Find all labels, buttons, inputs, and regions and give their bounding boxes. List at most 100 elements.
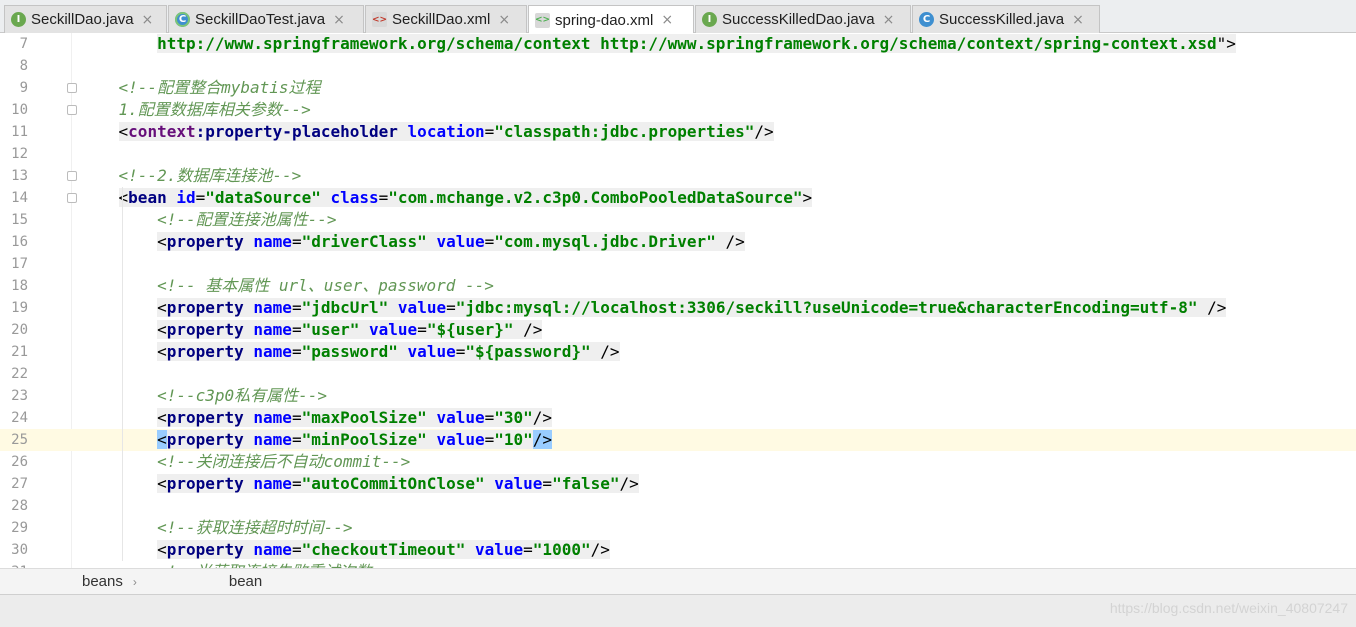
close-icon[interactable]: × — [1072, 12, 1084, 28]
code-line[interactable]: 19 <property name="jdbcUrl" value="jdbc:… — [0, 297, 1356, 319]
fold-marker-icon[interactable] — [67, 171, 77, 181]
code-line[interactable]: 16 <property name="driverClass" value="c… — [0, 231, 1356, 253]
code-text: <property name="minPoolSize" value="10"/… — [157, 430, 553, 449]
code-text: <bean id="dataSource" class="com.mchange… — [118, 188, 813, 207]
code-line[interactable]: 7 http://www.springframework.org/schema/… — [0, 33, 1356, 55]
line-number: 16 — [11, 234, 28, 250]
chevron-right-icon: › — [132, 574, 137, 589]
fold-marker-icon[interactable] — [67, 193, 77, 203]
code-line[interactable]: 11 <context:property-placeholder locatio… — [0, 121, 1356, 143]
line-number: 24 — [11, 410, 28, 426]
line-number: 25 — [11, 432, 28, 448]
code-line[interactable]: 8 — [0, 55, 1356, 77]
line-number: 17 — [11, 256, 28, 272]
interface-icon: I — [702, 12, 717, 27]
code-line[interactable]: 15 <!--配置连接池属性--> — [0, 209, 1356, 231]
line-number: 28 — [11, 498, 28, 514]
code-line[interactable]: 26 <!--关闭连接后不自动commit--> — [0, 451, 1356, 473]
code-line[interactable]: 23 <!--c3p0私有属性--> — [0, 385, 1356, 407]
line-number: 30 — [11, 542, 28, 558]
line-number: 31 — [6, 561, 28, 568]
tab-label: SuccessKilled.java — [939, 11, 1065, 28]
code-line[interactable]: 28 — [0, 495, 1356, 517]
close-icon[interactable]: × — [883, 12, 895, 28]
code-line[interactable]: 29 <!--获取连接超时时间--> — [0, 517, 1356, 539]
code-text: <!-- 基本属性 url、user、password --> — [157, 276, 494, 295]
breadcrumb: beans › bean — [0, 568, 1356, 594]
code-text: <property name="user" value="${user}" /> — [157, 320, 543, 339]
code-text: <!--关闭连接后不自动commit--> — [157, 452, 411, 471]
code-text: <!--2.数据库连接池--> — [118, 166, 302, 185]
status-bar: https://blog.csdn.net/weixin_40807247 — [0, 594, 1356, 627]
line-number: 26 — [11, 454, 28, 470]
code-text: <property name="jdbcUrl" value="jdbc:mys… — [157, 298, 1227, 317]
line-number: 15 — [11, 212, 28, 228]
xml-file-icon: <> — [372, 12, 387, 27]
tab-label: SeckillDao.xml — [392, 11, 491, 28]
code-text: <property name="autoCommitOnClose" value… — [157, 474, 639, 493]
line-number: 20 — [11, 322, 28, 338]
code-text: <!--配置连接池属性--> — [157, 210, 337, 229]
code-line[interactable]: 22 — [0, 363, 1356, 385]
code-text: <!--获取连接超时时间--> — [157, 518, 353, 537]
tab-successkilleddao-java[interactable]: I SuccessKilledDao.java × — [695, 5, 911, 33]
code-text: <!--c3p0私有属性--> — [157, 386, 328, 405]
tab-successkilled-java[interactable]: C SuccessKilled.java × — [912, 5, 1100, 33]
spring-xml-icon: <> — [535, 12, 550, 28]
test-class-icon: C — [175, 12, 190, 27]
line-number: 22 — [11, 366, 28, 382]
code-text: <!--当获取连接失败重试次数--> — [80, 561, 400, 568]
tab-label: spring-dao.xml — [555, 11, 654, 29]
code-line[interactable]: 27 <property name="autoCommitOnClose" va… — [0, 473, 1356, 495]
code-editor[interactable]: 7 http://www.springframework.org/schema/… — [0, 33, 1356, 568]
code-text: <context:property-placeholder location="… — [118, 122, 774, 141]
code-text: http://www.springframework.org/schema/co… — [157, 34, 1236, 53]
breadcrumb-item-bean[interactable]: bean — [229, 573, 262, 590]
code-line[interactable]: 10 1.配置数据库相关参数--> — [0, 99, 1356, 121]
line-number: 27 — [11, 476, 28, 492]
code-text: 1.配置数据库相关参数--> — [118, 100, 311, 119]
close-icon[interactable]: × — [333, 12, 345, 28]
code-line[interactable]: 14 <bean id="dataSource" class="com.mcha… — [0, 187, 1356, 209]
line-number: 29 — [11, 520, 28, 536]
tab-spring-dao-xml[interactable]: <> spring-dao.xml × — [528, 5, 694, 34]
line-number: 10 — [11, 102, 28, 118]
code-line[interactable]: 9 <!--配置整合mybatis过程 — [0, 77, 1356, 99]
line-number: 11 — [11, 124, 28, 140]
line-number: 21 — [11, 344, 28, 360]
indent-guide — [122, 187, 123, 561]
code-text: <property name="driverClass" value="com.… — [157, 232, 745, 251]
tab-label: SuccessKilledDao.java — [722, 11, 875, 28]
line-number: 13 — [11, 168, 28, 184]
code-line[interactable]: 21 <property name="password" value="${pa… — [0, 341, 1356, 363]
code-line[interactable]: 25 <property name="minPoolSize" value="1… — [0, 429, 1356, 451]
code-line[interactable]: 20 <property name="user" value="${user}"… — [0, 319, 1356, 341]
tab-label: SeckillDao.java — [31, 11, 134, 28]
tab-seckilldao-java[interactable]: I SeckillDao.java × — [4, 5, 167, 33]
tab-label: SeckillDaoTest.java — [195, 11, 326, 28]
close-icon[interactable]: × — [498, 12, 510, 28]
line-number: 8 — [19, 58, 28, 74]
code-line[interactable]: 30 <property name="checkoutTimeout" valu… — [0, 539, 1356, 561]
tab-seckilldaotest-java[interactable]: C SeckillDaoTest.java × — [168, 5, 364, 33]
fold-marker-icon[interactable] — [67, 105, 77, 115]
code-line[interactable]: 18 <!-- 基本属性 url、user、password --> — [0, 275, 1356, 297]
breadcrumb-item-beans[interactable]: beans — [82, 573, 123, 590]
line-number: 14 — [11, 190, 28, 206]
code-text: <property name="maxPoolSize" value="30"/… — [157, 408, 553, 427]
line-number: 19 — [11, 300, 28, 316]
close-icon[interactable]: × — [661, 12, 673, 28]
interface-icon: I — [11, 12, 26, 27]
code-line[interactable]: 17 — [0, 253, 1356, 275]
code-text: <property name="checkoutTimeout" value="… — [157, 540, 610, 559]
watermark: https://blog.csdn.net/weixin_40807247 — [1109, 600, 1348, 616]
close-icon[interactable]: × — [142, 12, 154, 28]
code-line[interactable]: 13 <!--2.数据库连接池--> — [0, 165, 1356, 187]
line-number: 12 — [11, 146, 28, 162]
fold-marker-icon[interactable] — [67, 83, 77, 93]
code-text: <!--配置整合mybatis过程 — [118, 78, 321, 97]
code-line[interactable]: 31 <!--当获取连接失败重试次数--> — [0, 561, 1356, 568]
code-line[interactable]: 12 — [0, 143, 1356, 165]
code-line[interactable]: 24 <property name="maxPoolSize" value="3… — [0, 407, 1356, 429]
tab-seckilldao-xml[interactable]: <> SeckillDao.xml × — [365, 5, 527, 33]
